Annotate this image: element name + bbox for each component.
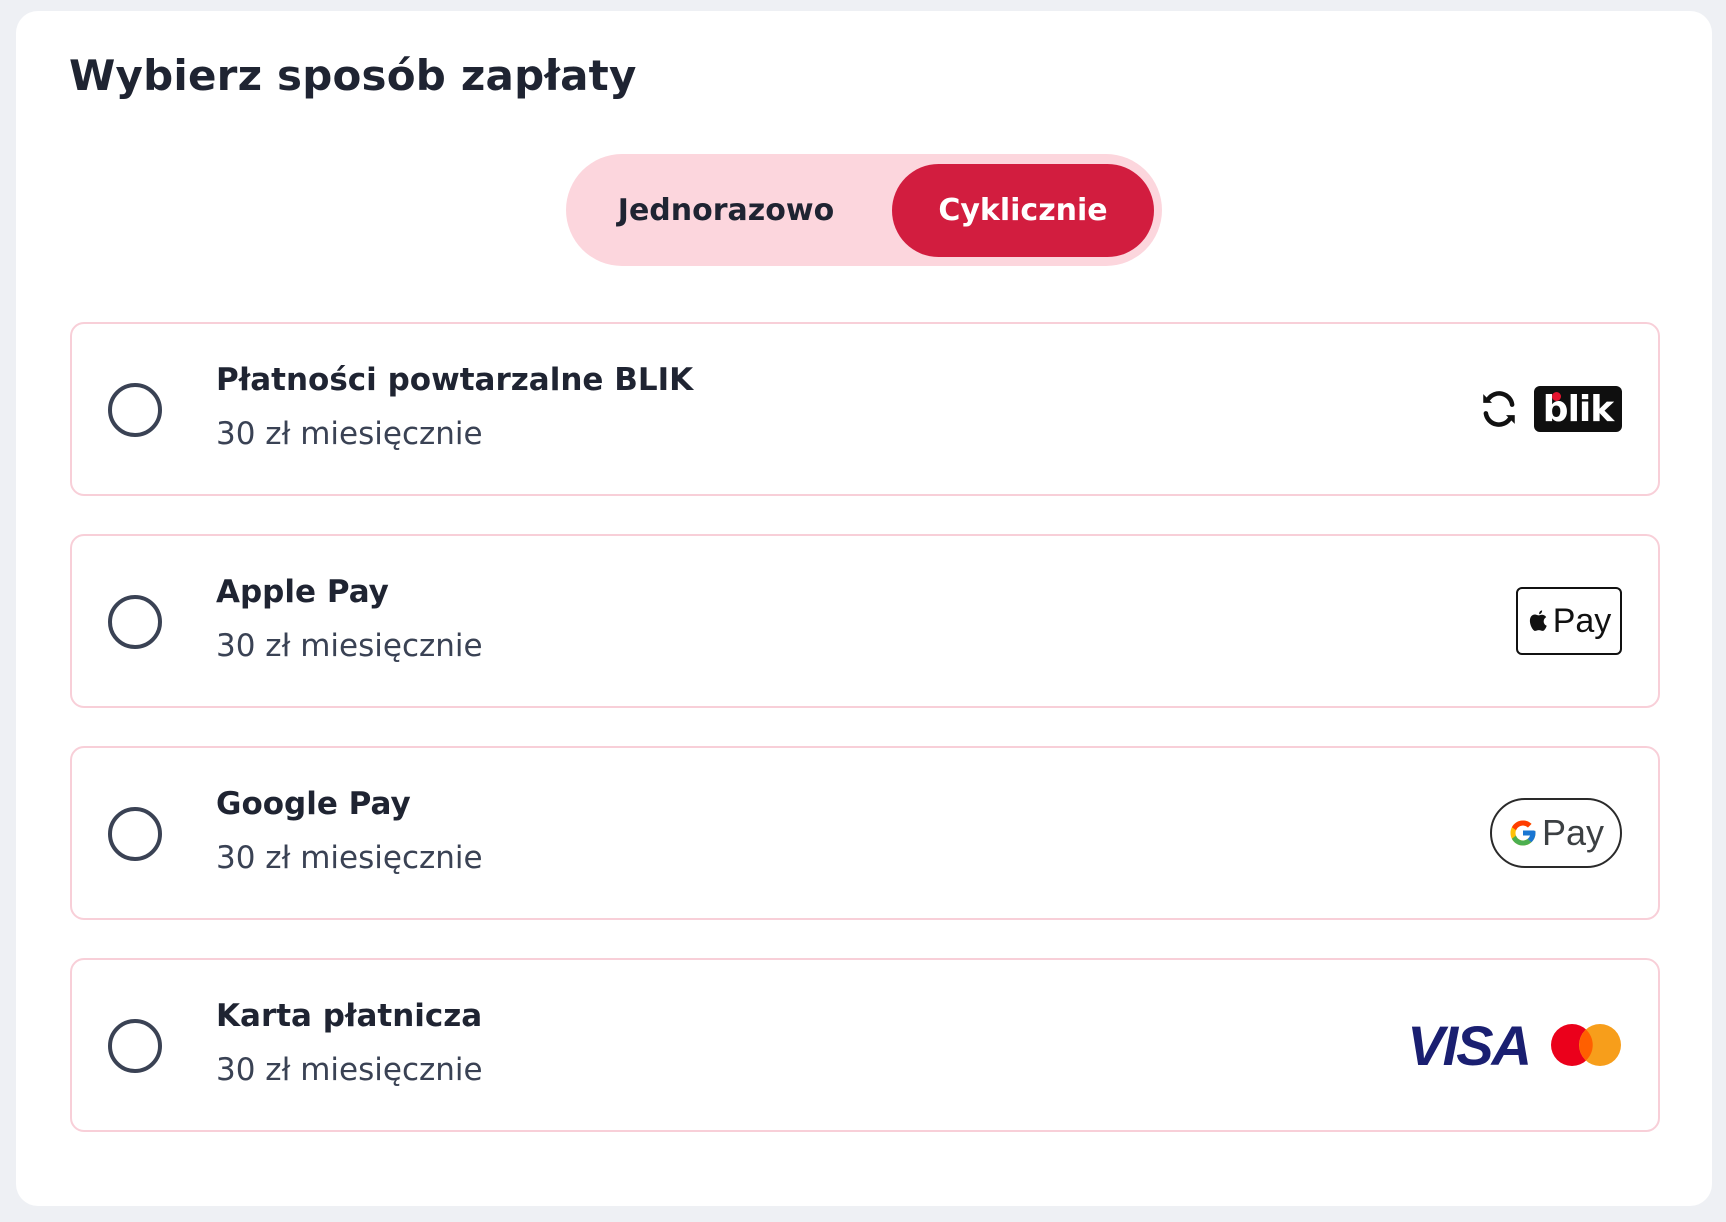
option-title: Karta płatnicza (216, 998, 483, 1034)
payment-option-card[interactable]: Karta płatnicza 30 zł miesięcznie VISA (70, 958, 1660, 1132)
radio-button[interactable] (108, 595, 162, 649)
option-logos: Pay (1516, 536, 1622, 706)
google-g-icon (1510, 820, 1536, 846)
google-pay-logo: Pay (1490, 798, 1622, 868)
google-pay-logo-text: Pay (1541, 812, 1605, 853)
option-title: Apple Pay (216, 574, 389, 610)
apple-icon (1529, 610, 1547, 631)
option-logos: blik (1478, 324, 1622, 494)
option-logos: Pay (1490, 748, 1622, 918)
toggle-recurring[interactable]: Cyklicznie (892, 164, 1154, 257)
option-title: Płatności powtarzalne BLIK (216, 362, 694, 398)
payment-option-apple-pay[interactable]: Apple Pay 30 zł miesięcznie Pay (70, 534, 1660, 708)
payment-option-google-pay[interactable]: Google Pay 30 zł miesięcznie Pay (70, 746, 1660, 920)
sync-icon (1483, 391, 1515, 427)
blik-logo: blik (1534, 386, 1622, 432)
option-price: 30 zł miesięcznie (216, 840, 483, 876)
page-title: Wybierz sposób zapłaty (69, 51, 637, 100)
option-title: Google Pay (216, 786, 411, 822)
mastercard-logo (1551, 1024, 1621, 1066)
visa-logo: VISA (1407, 1013, 1532, 1077)
billing-frequency-toggle: Jednorazowo Cyklicznie (566, 154, 1162, 266)
radio-button[interactable] (108, 807, 162, 861)
blik-dot-icon (1552, 392, 1561, 401)
radio-button[interactable] (108, 1019, 162, 1073)
payment-option-blik[interactable]: Płatności powtarzalne BLIK 30 zł miesięc… (70, 322, 1660, 496)
apple-pay-logo: Pay (1516, 587, 1622, 655)
option-price: 30 zł miesięcznie (216, 416, 483, 452)
option-price: 30 zł miesięcznie (216, 628, 483, 664)
radio-button[interactable] (108, 383, 162, 437)
option-price: 30 zł miesięcznie (216, 1052, 483, 1088)
payment-panel: Wybierz sposób zapłaty Jednorazowo Cykli… (16, 11, 1712, 1206)
apple-pay-logo-text: Pay (1552, 601, 1612, 640)
toggle-one-time[interactable]: Jednorazowo (576, 164, 876, 257)
option-logos: VISA (1407, 960, 1622, 1130)
